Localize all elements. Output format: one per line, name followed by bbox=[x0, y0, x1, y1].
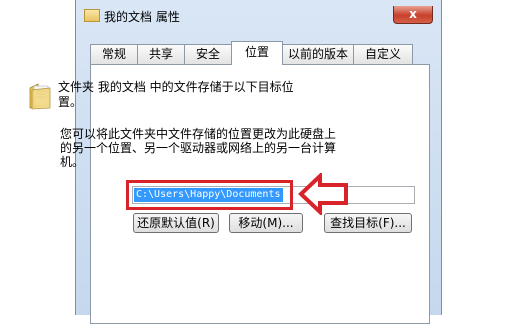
info-line: 您可以将此文件夹中文件存储的位置更改为此硬盘上 bbox=[60, 127, 337, 141]
restore-default-button[interactable]: 还原默认值(R) bbox=[133, 213, 219, 233]
tab-customize[interactable]: 自定义 bbox=[353, 44, 413, 64]
find-target-button[interactable]: 查找目标(F)... bbox=[324, 213, 412, 233]
move-button[interactable]: 移动(M)... bbox=[229, 213, 303, 233]
close-button[interactable]: x bbox=[393, 6, 433, 24]
description-line: 置。 bbox=[58, 95, 83, 109]
info-text: 您可以将此文件夹中文件存储的位置更改为此硬盘上 的另一个位置、另一个驱动器或网络… bbox=[60, 127, 350, 169]
location-description: 文件夹 我的文档 中的文件存储于以下目标位 置。 bbox=[58, 80, 338, 110]
tab-general[interactable]: 常规 bbox=[90, 44, 138, 64]
highlight-box bbox=[126, 180, 293, 210]
tab-strip: 常规 共享 安全 位置 以前的版本 自定义 bbox=[90, 41, 430, 65]
info-line: 的另一个位置、另一个驱动器或网络上的另一台计算 bbox=[60, 141, 337, 155]
title-bar: 我的文档 属性 x bbox=[76, 6, 441, 30]
window-title: 我的文档 属性 bbox=[104, 10, 180, 24]
folder-icon bbox=[84, 9, 100, 22]
tab-sharing[interactable]: 共享 bbox=[137, 44, 185, 64]
info-line: 机。 bbox=[60, 155, 85, 169]
left-arrow-icon bbox=[298, 173, 348, 215]
description-line: 文件夹 我的文档 中的文件存储于以下目标位 bbox=[58, 80, 294, 94]
folder-icon bbox=[29, 83, 51, 110]
tab-security[interactable]: 安全 bbox=[184, 44, 232, 64]
close-icon: x bbox=[409, 7, 417, 21]
tab-location[interactable]: 位置 bbox=[231, 41, 283, 65]
tab-previous-versions[interactable]: 以前的版本 bbox=[282, 44, 354, 64]
